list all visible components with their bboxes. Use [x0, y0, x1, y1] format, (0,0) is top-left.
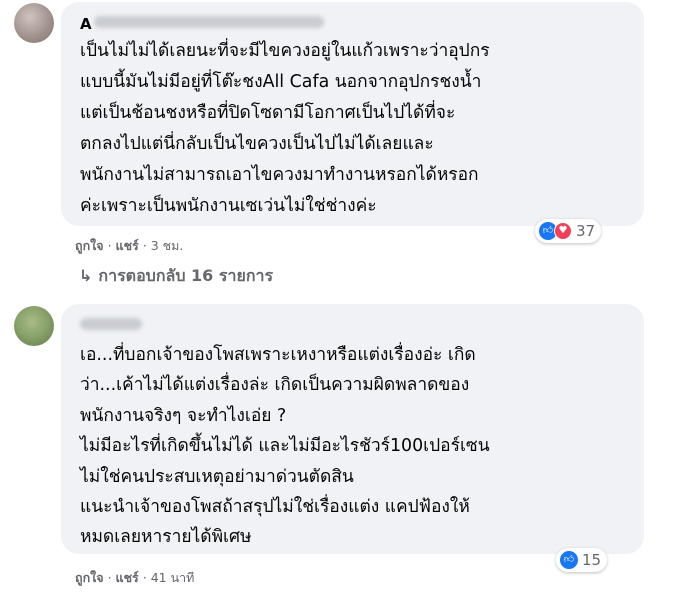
comment-line: แนะนำเจ้าของโพสถ้าสรุปไม่ใช่เรื่องแต่ง แ… — [80, 497, 470, 518]
love-icon: ♥ — [554, 222, 572, 240]
comment-line: เอ...ที่บอกเจ้าของโพสเพราะเหงาหรือแต่งเร… — [80, 345, 476, 365]
timestamp[interactable]: 3 ชม. — [151, 238, 184, 253]
comment-actions: ถูกใจ · แชร์ · 3 ชม. — [75, 236, 183, 256]
reaction-summary[interactable]: 👍︎ ♥ 37 — [535, 219, 602, 243]
separator: · — [142, 238, 151, 253]
comment-line: เป็นไม่ไม่ได้เลยนะที่จะมีไขควงอยู่ในแก้ว… — [80, 41, 490, 61]
view-replies-button[interactable]: ↳ การตอบกลับ 16 รายการ — [79, 264, 273, 289]
separator: · — [142, 570, 151, 585]
comment-line: แบบนี้มันไม่มีอยู่ที่โต๊ะชงAll Cafa นอกจ… — [80, 72, 482, 92]
comment-line: ไม่มีอะไรที่เกิดขึ้นไม่ได้ และไม่มีอะไรช… — [80, 436, 490, 457]
blurred-name — [94, 16, 324, 28]
comment-line: ไม่ใช่คนประสบเหตุอย่ามาด่วนตัดสิน — [80, 466, 354, 487]
share-button[interactable]: แชร์ — [116, 570, 139, 585]
timestamp[interactable]: 41 นาที — [151, 570, 195, 585]
comment-line: พนักงานไม่สามารถเอาไขควงมาทำงานหรอกได้หร… — [80, 165, 479, 185]
separator: · — [107, 238, 116, 253]
comment-bubble: เอ...ที่บอกเจ้าของโพสเพราะเหงาหรือแต่งเร… — [61, 304, 644, 554]
like-button[interactable]: ถูกใจ — [75, 238, 104, 253]
comment-text: เป็นไม่ไม่ได้เลยนะที่จะมีไขควงอยู่ในแก้ว… — [80, 36, 640, 222]
blurred-name — [80, 318, 142, 330]
reaction-count: 15 — [582, 551, 602, 569]
comment-actions: ถูกใจ · แชร์ · 41 นาที — [75, 568, 194, 588]
commenter-avatar[interactable] — [14, 306, 54, 346]
like-button[interactable]: ถูกใจ — [75, 570, 104, 585]
share-button[interactable]: แชร์ — [116, 238, 139, 253]
commenter-name[interactable]: A — [80, 15, 92, 33]
comment-bubble: A เป็นไม่ไม่ได้เลยนะที่จะมีไขควงอยู่ในแก… — [61, 2, 644, 226]
comment-line: หมดเลยหารายได้พิเศษ — [80, 527, 252, 548]
separator: · — [107, 570, 116, 585]
comment-line: ค่ะเพราะเป็นพนักงานเซเว่นไม่ใช่ช่างค่ะ — [80, 196, 377, 216]
comment-line: ตกลงไปแต่นี่กลับเป็นไขควงเป็นไปไม่ได้เลย… — [80, 134, 434, 154]
replies-label: การตอบกลับ 16 รายการ — [98, 266, 274, 285]
comment-text: เอ...ที่บอกเจ้าของโพสเพราะเหงาหรือแต่งเร… — [80, 340, 640, 553]
like-icon: 👍︎ — [560, 551, 578, 569]
comment-line: แต่เป็นช้อนชงหรือที่ปิดโซดามีโอกาศเป็นไป… — [80, 103, 456, 123]
commenter-avatar[interactable] — [14, 3, 54, 43]
comment-line: ว่า...เค้าไม่ได้แต่งเรื่องล่ะ เกิดเป็นคว… — [80, 375, 470, 396]
reply-arrow-icon: ↳ — [79, 266, 93, 285]
comment-line: พนักงานจริงๆ จะทำไงเอ่ย ? — [80, 405, 287, 426]
reaction-summary[interactable]: 👍︎ 15 — [556, 548, 608, 572]
reaction-count: 37 — [576, 222, 596, 240]
